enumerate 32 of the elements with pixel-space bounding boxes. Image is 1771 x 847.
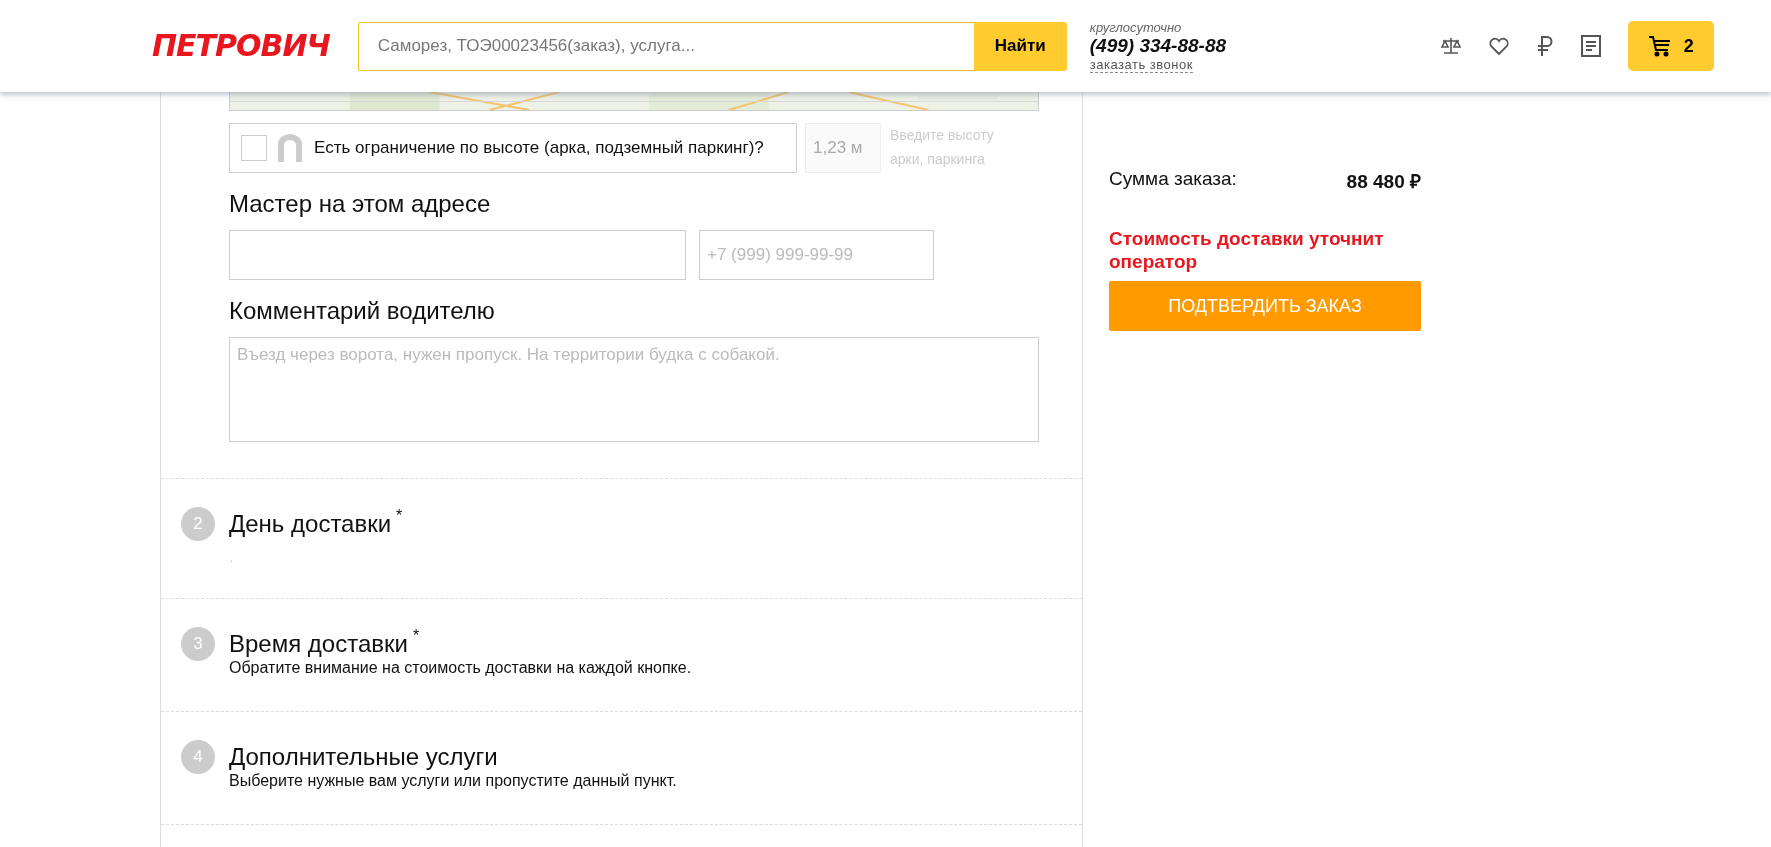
checkbox[interactable] xyxy=(241,135,267,161)
search-button[interactable]: Найти xyxy=(973,21,1067,71)
heart-icon[interactable] xyxy=(1487,36,1510,56)
document-icon[interactable] xyxy=(1579,34,1602,58)
required-mark: * xyxy=(412,627,420,645)
scales-icon[interactable] xyxy=(1439,36,1462,56)
height-limit-label: Есть ограничение по высоте (арка, подземный паркинг)? xyxy=(314,138,764,158)
height-limit-option[interactable]: Есть ограничение по высоте (арка, подземный паркинг)? xyxy=(229,123,797,173)
cart-button[interactable]: 2 xyxy=(1627,21,1714,71)
callback-link[interactable]: заказать звонок xyxy=(1089,56,1193,73)
step-title: Дополнительные услуги xyxy=(229,742,498,772)
step-title: День доставки xyxy=(229,509,392,539)
step-note: . xyxy=(230,553,234,564)
delivery-notice: Стоимость доставки уточнит оператор xyxy=(1109,227,1385,273)
section-title: Комментарий водителю xyxy=(229,297,496,325)
name-input-field[interactable] xyxy=(229,230,686,280)
order-total: 88 480 ₽ xyxy=(1346,170,1421,194)
cart-icon xyxy=(1647,35,1672,57)
ruble-icon[interactable] xyxy=(1535,35,1554,57)
step-title: Время доставки xyxy=(229,629,408,659)
phone-number: (499) 334-88-88 xyxy=(1089,34,1228,57)
comment-field[interactable]: Въезд через ворота, нужен пропуск. На территории будка с собакой. xyxy=(229,337,1039,442)
logo[interactable]: ПЕТРОВИЧ xyxy=(152,26,336,66)
required-mark: * xyxy=(396,507,403,525)
order-total-label: Сумма заказа: xyxy=(1109,168,1237,191)
search-field[interactable]: Саморез, ТОЭ00023456(заказ), услуга... xyxy=(357,21,974,71)
step-description: Выберите нужные вам услуги или пропустите данный пункт. xyxy=(229,772,677,790)
section-title: Мастер на этом адресе xyxy=(229,190,492,218)
phone-input-field[interactable]: +7 (999) 999-99-99 xyxy=(699,230,934,280)
step-description: Обратите внимание на стоимость доставки на каждой кнопке. xyxy=(229,659,692,677)
arch-icon xyxy=(278,134,302,162)
phone-caption: круглосуточно xyxy=(1089,19,1183,35)
